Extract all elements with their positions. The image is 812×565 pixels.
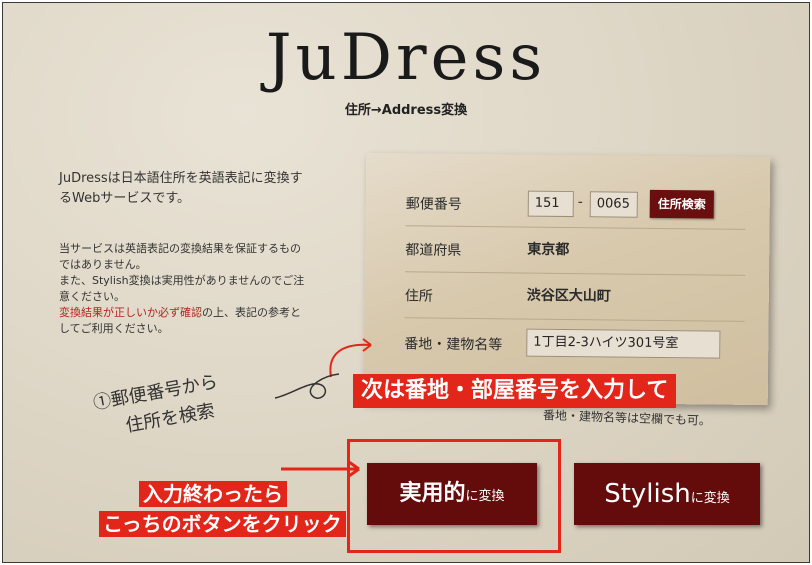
postal-separator: - [577,194,583,211]
building-row: 番地・建物名等 1丁目2-3ハイツ301号室 [404,319,744,369]
arrow-to-button-icon [281,460,360,478]
loop-arrow-icon [274,373,340,399]
practical-button-suffix: に変換 [465,489,505,504]
postal-code-input-1[interactable]: 151 [527,190,574,218]
postal-code-row: 郵便番号 151 - 0065 住所検索 [405,179,747,230]
prefecture-label: 都道府県 [405,242,462,259]
address-value: 渋谷区大山町 [526,287,611,305]
address-search-button[interactable]: 住所検索 [649,189,714,219]
site-subtitle: 住所→Address変換 [344,103,468,118]
address-form-card: 郵便番号 151 - 0065 住所検索 都道府県 東京都 住所 渋谷区大山町 … [363,152,771,406]
disclaimer-line: 当サービスは英語表記の変換結果を保証するものではありません。 [59,242,301,271]
building-input[interactable]: 1丁目2-3ハイツ301号室 [526,328,721,359]
postal-code-label: 郵便番号 [405,196,462,213]
prefecture-row: 都道府県 東京都 [405,225,746,276]
page-background: JuDress 住所→Address変換 JuDressは日本語住所を英語表記に… [2,2,810,563]
postal-code-input-2[interactable]: 0065 [589,191,638,218]
intro-text: JuDressは日本語住所を英語表記に変換するWebサービスです。 [59,171,303,206]
next-step-annotation: 次は番地・部屋番号を入力して [353,374,677,408]
practical-button-label: 実用的 [399,481,466,506]
click-line: 入力終わったら [139,481,287,507]
click-line: こっちのボタンをクリック [99,511,346,537]
practical-convert-button[interactable]: 実用的に変換 [367,463,537,525]
click-instruction-annotation: 入力終わったら こっちのボタンをクリック [99,481,369,537]
address-label: 住所 [404,288,433,305]
stylish-button-suffix: に変換 [690,491,730,506]
disclaimer-text: 当サービスは英語表記の変換結果を保証するものではありません。 また、Stylis… [59,241,309,337]
disclaimer-line: 変換結果が正しいか必ず確認の上、表記の参考としてご利用ください。 [59,305,309,337]
site-logo[interactable]: JuDress [3,21,809,95]
building-label: 番地・建物名等 [404,336,503,354]
disclaimer-line: また、Stylish変換は実用性がありませんのでご注意ください。 [59,274,305,303]
optional-field-note: 番地・建物名等は空欄でも可。 [542,408,712,428]
prefecture-value: 東京都 [527,241,570,259]
stylish-button-label: Stylish [604,479,691,509]
stylish-convert-button[interactable]: Stylishに変換 [574,463,760,525]
step1-handwritten-note: ①郵便番号から 住所を検索 [91,368,225,445]
disclaimer-warning: 変換結果が正しいか必ず確認 [59,306,202,319]
address-row: 住所 渋谷区大山町 [404,271,746,322]
